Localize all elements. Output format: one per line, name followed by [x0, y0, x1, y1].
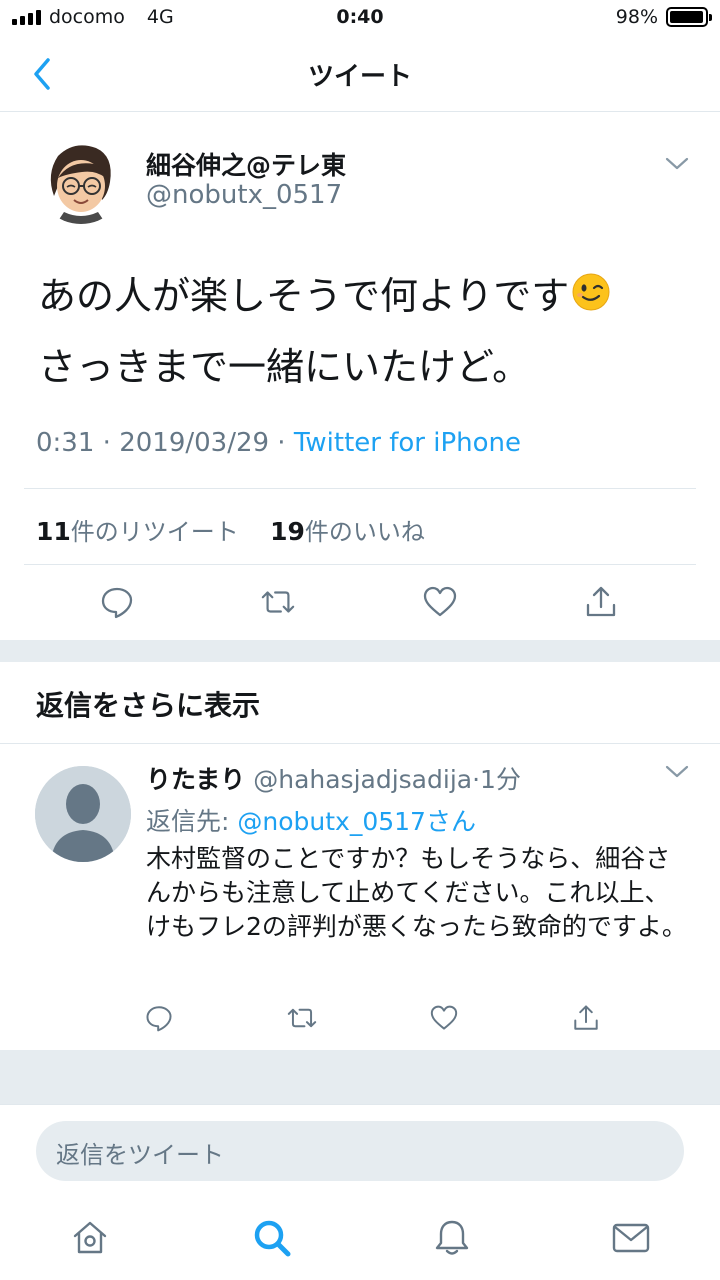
chevron-down-icon [665, 765, 689, 778]
retweet-icon [287, 1008, 317, 1028]
tweet-text-line-1-text: あの人が楽しそうで何よりです [38, 274, 570, 318]
tab-bar [0, 1204, 720, 1280]
section-separator [0, 640, 720, 662]
reply-author-name[interactable]: りたまり [146, 765, 245, 794]
battery-icon [666, 7, 712, 27]
reply-avatar[interactable] [35, 766, 131, 862]
like-count: 19 [270, 517, 305, 546]
retweet-label: 件のリツイート [70, 518, 239, 546]
status-right: 98% [615, 6, 712, 28]
meta-separator-2: · [269, 428, 294, 458]
tweet-time: 0:31 [36, 428, 95, 458]
reply-to-link[interactable]: @nobutx_0517さん [237, 807, 476, 836]
author-handle[interactable]: @nobutx_0517 [146, 180, 342, 210]
heart-icon [423, 586, 457, 617]
status-bar: docomo 4G 0:40 98% [0, 0, 720, 38]
retweet-count: 11 [36, 517, 71, 546]
reply-share-button[interactable] [570, 1002, 602, 1034]
tweet-stats: 11件のリツイート 19件のいいね [36, 512, 425, 547]
chevron-down-icon [665, 157, 689, 170]
nav-bar: ツイート [0, 38, 720, 112]
tab-search[interactable] [248, 1214, 296, 1262]
reply-header: りたまり @hahasjadjsadija·1分 [146, 760, 521, 796]
notifications-icon [435, 1220, 469, 1255]
compose-placeholder: 返信をツイート [56, 1141, 224, 1169]
search-icon [254, 1220, 291, 1257]
reply-to-label: 返信先: [146, 807, 238, 836]
tweet-menu-button[interactable] [664, 156, 690, 176]
tweet-text: あの人が楽しそうで何よりです さっきまで一緒にいたけど。 [38, 262, 688, 401]
retweet-icon [261, 591, 295, 613]
page-title: ツイート [307, 62, 412, 92]
tweet-text-line-2: さっきまで一緒にいたけど。 [38, 344, 531, 389]
share-button[interactable] [583, 584, 619, 620]
author-avatar-illustration [36, 134, 126, 224]
home-icon [73, 1221, 107, 1254]
tab-home[interactable] [66, 1214, 114, 1262]
retweet-button[interactable] [260, 584, 296, 620]
battery-percent: 98% [615, 6, 658, 28]
reply-icon [101, 587, 133, 619]
reply-retweet-button[interactable] [285, 1002, 319, 1034]
more-replies-header[interactable]: 返信をさらに表示 [0, 662, 720, 744]
reply-reply-button[interactable] [143, 1002, 175, 1034]
retweets-stat[interactable]: 11件のリツイート [36, 517, 239, 546]
compose-bar: 返信をツイート [0, 1104, 720, 1204]
tab-notifications[interactable] [428, 1214, 476, 1262]
divider [24, 564, 696, 565]
tweet-source-link[interactable]: Twitter for iPhone [294, 428, 521, 458]
reply-button[interactable] [99, 584, 135, 620]
author-name[interactable]: 細谷伸之@テレ東 [146, 146, 346, 182]
messages-icon [612, 1223, 650, 1253]
reply-time: ·1分 [472, 765, 521, 794]
default-avatar-icon [35, 766, 131, 862]
meta-separator-1: · [94, 428, 120, 458]
reply-text: 木村監督のことですか？もしそうなら、細谷さんからも注意して止めてください。これ以… [146, 844, 687, 941]
likes-stat[interactable]: 19件のいいね [270, 517, 425, 546]
reply-author-handle[interactable]: @hahasjadjsadija [253, 765, 472, 794]
tab-messages[interactable] [607, 1214, 655, 1262]
section-separator [0, 1050, 720, 1104]
like-label: 件のいいね [304, 518, 425, 546]
reply-menu-button[interactable] [664, 764, 690, 784]
divider [24, 488, 696, 489]
status-time: 0:40 [336, 6, 384, 28]
reply-icon [146, 1006, 172, 1032]
tweet-header: 細谷伸之@テレ東 @nobutx_0517 [0, 112, 720, 237]
tweet-text-line-1: あの人が楽しそうで何よりです [38, 262, 688, 333]
like-button[interactable] [422, 584, 458, 620]
reply-compose-input[interactable]: 返信をツイート [36, 1121, 684, 1181]
author-avatar[interactable] [36, 134, 126, 224]
winking-face-icon [571, 265, 611, 333]
heart-icon [430, 1005, 458, 1030]
reply-to-line: 返信先: @nobutx_0517さん [146, 802, 476, 838]
tweet-date: 2019/03/29 [119, 428, 270, 458]
tweet-meta: 0:31 · 2019/03/29 · Twitter for iPhone [36, 428, 521, 458]
more-replies-label: 返信をさらに表示 [36, 689, 261, 722]
reply-like-button[interactable] [428, 1003, 460, 1033]
share-icon [586, 586, 616, 617]
share-icon [574, 1005, 598, 1030]
